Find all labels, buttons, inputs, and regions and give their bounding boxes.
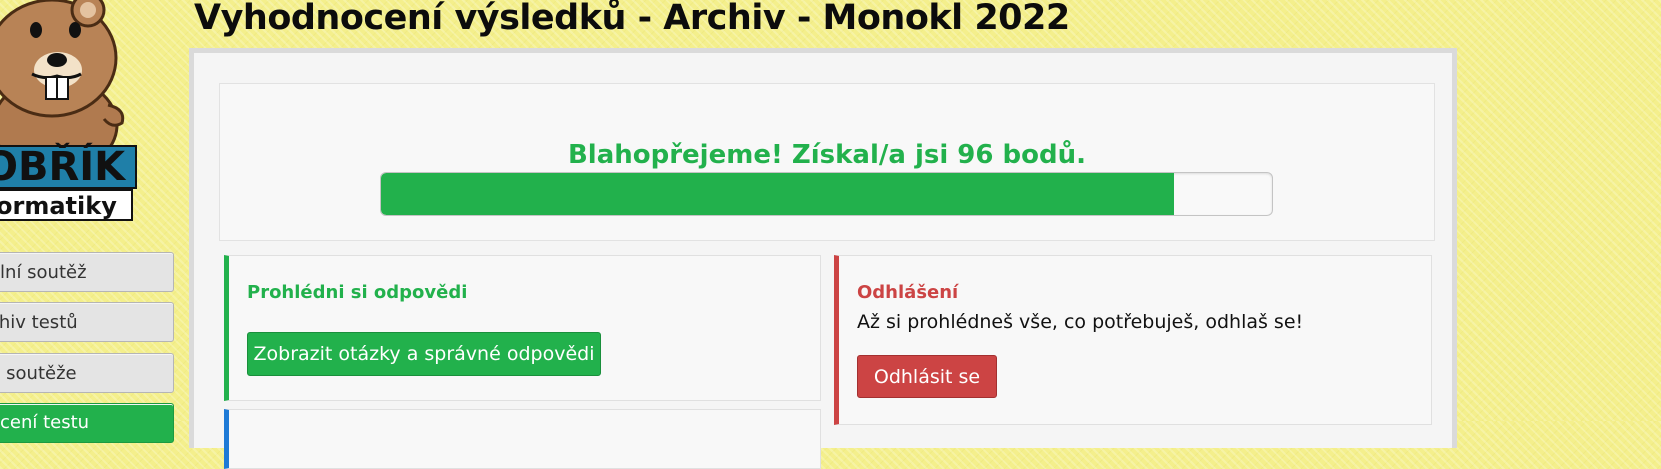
sidebar-item-contest[interactable]: ální soutěž [0,252,174,292]
logout-card: Odhlášení Až si prohlédneš vše, co potře… [834,255,1432,425]
sidebar-item-contest-web[interactable]: b soutěže [0,353,174,393]
show-answers-button[interactable]: Zobrazit otázky a správné odpovědi [247,332,601,376]
logout-button[interactable]: Odhlásit se [857,355,997,398]
result-message: Blahopřejeme! Získal/a jsi 96 bodů. [567,140,1087,170]
logo-title: OBŘÍK [0,142,127,190]
score-progress-bar [380,172,1273,216]
sidebar-item-test-evaluation[interactable]: ocení testu [0,403,174,443]
score-progress-fill [381,173,1174,215]
sidebar-item-test-archive[interactable]: chiv testů [0,302,174,342]
logout-card-title: Odhlášení [857,282,959,303]
bobrik-logo[interactable]: OBŘÍK ormatiky [0,0,140,232]
main-panel: Blahopřejeme! Získal/a jsi 96 bodů. Proh… [189,48,1457,469]
page-title: Vyhodnocení výsledků - Archiv - Monokl 2… [194,0,1070,38]
result-summary: Blahopřejeme! Získal/a jsi 96 bodů. [219,83,1435,241]
answers-card: Prohlédni si odpovědi Zobrazit otázky a … [224,255,821,401]
logo-text: OBŘÍK ormatiky [0,142,137,221]
info-card [224,409,821,469]
logo-subtitle: ormatiky [0,192,117,220]
logout-card-text: Až si prohlédneš vše, co potřebuješ, odh… [857,311,1304,333]
answers-card-title: Prohlédni si odpovědi [247,282,468,303]
